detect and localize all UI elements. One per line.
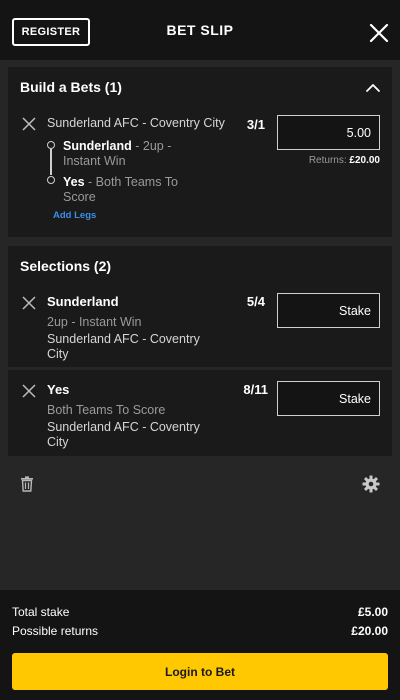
selection-match: Sunderland AFC - Coventry City xyxy=(47,420,200,450)
remove-icon[interactable] xyxy=(22,384,36,398)
returns-label: Returns: xyxy=(308,155,347,166)
selection-odds: 8/11 xyxy=(243,382,268,397)
match-line: City xyxy=(47,347,69,361)
leg-selection: Sunderland xyxy=(63,139,132,153)
leg-connector xyxy=(50,149,52,175)
remove-icon[interactable] xyxy=(22,296,36,310)
selections-title: Selections (2) xyxy=(20,258,112,274)
login-to-bet-button[interactable]: Login to Bet xyxy=(12,653,388,690)
selections-card: Selections (2) Sunderland 5/4 2up - Inst… xyxy=(8,246,392,456)
close-icon[interactable] xyxy=(368,22,390,44)
leg-market: - 2up - xyxy=(131,139,172,153)
header: REGISTER BET SLIP xyxy=(0,0,400,60)
leg-dot-icon xyxy=(47,176,55,184)
selection-market: 2up - Instant Win xyxy=(47,315,142,329)
selection-name: Sunderland xyxy=(47,294,119,309)
leg-selection: Yes xyxy=(63,175,85,189)
gear-icon[interactable] xyxy=(362,475,380,493)
bab-stake-input[interactable]: 5.00 xyxy=(277,115,380,150)
bab-returns: Returns: £20.00 xyxy=(277,155,380,166)
bab-odds: 3/1 xyxy=(246,117,265,132)
bab-match-name: Sunderland AFC - Coventry City xyxy=(47,116,225,130)
selection-odds: 5/4 xyxy=(246,294,265,309)
leg-dot-icon xyxy=(47,141,55,149)
total-stake-value: £5.00 xyxy=(357,605,388,619)
match-line: Sunderland AFC - Coventry xyxy=(47,332,200,346)
build-a-bets-title: Build a Bets (1) xyxy=(20,79,122,95)
chevron-up-icon[interactable] xyxy=(365,83,381,93)
bab-leg-1: Sunderland - 2up - Instant Win xyxy=(63,139,171,169)
possible-returns-label: Possible returns xyxy=(12,624,99,638)
stake-input[interactable]: Stake xyxy=(277,381,380,416)
stake-input[interactable]: Stake xyxy=(277,293,380,328)
leg-market: - Both Teams To xyxy=(84,175,178,189)
trash-icon[interactable] xyxy=(20,476,34,492)
remove-icon[interactable] xyxy=(22,117,36,131)
selection-market: Both Teams To Score xyxy=(47,403,166,417)
selection-name: Yes xyxy=(47,382,70,397)
possible-returns-value: £20.00 xyxy=(351,624,388,638)
leg-market: Score xyxy=(63,190,96,204)
match-line: City xyxy=(47,435,69,449)
bab-leg-2: Yes - Both Teams To Score xyxy=(63,175,178,205)
add-legs-link[interactable]: Add Legs xyxy=(53,210,96,221)
build-a-bets-card: Build a Bets (1) Sunderland AFC - Covent… xyxy=(8,67,392,237)
returns-value: £20.00 xyxy=(349,155,380,166)
total-stake-label: Total stake xyxy=(12,605,70,619)
leg-market: Instant Win xyxy=(63,154,126,168)
match-line: Sunderland AFC - Coventry xyxy=(47,420,200,434)
selection-match: Sunderland AFC - Coventry City xyxy=(47,332,200,362)
page-title: BET SLIP xyxy=(166,22,234,38)
